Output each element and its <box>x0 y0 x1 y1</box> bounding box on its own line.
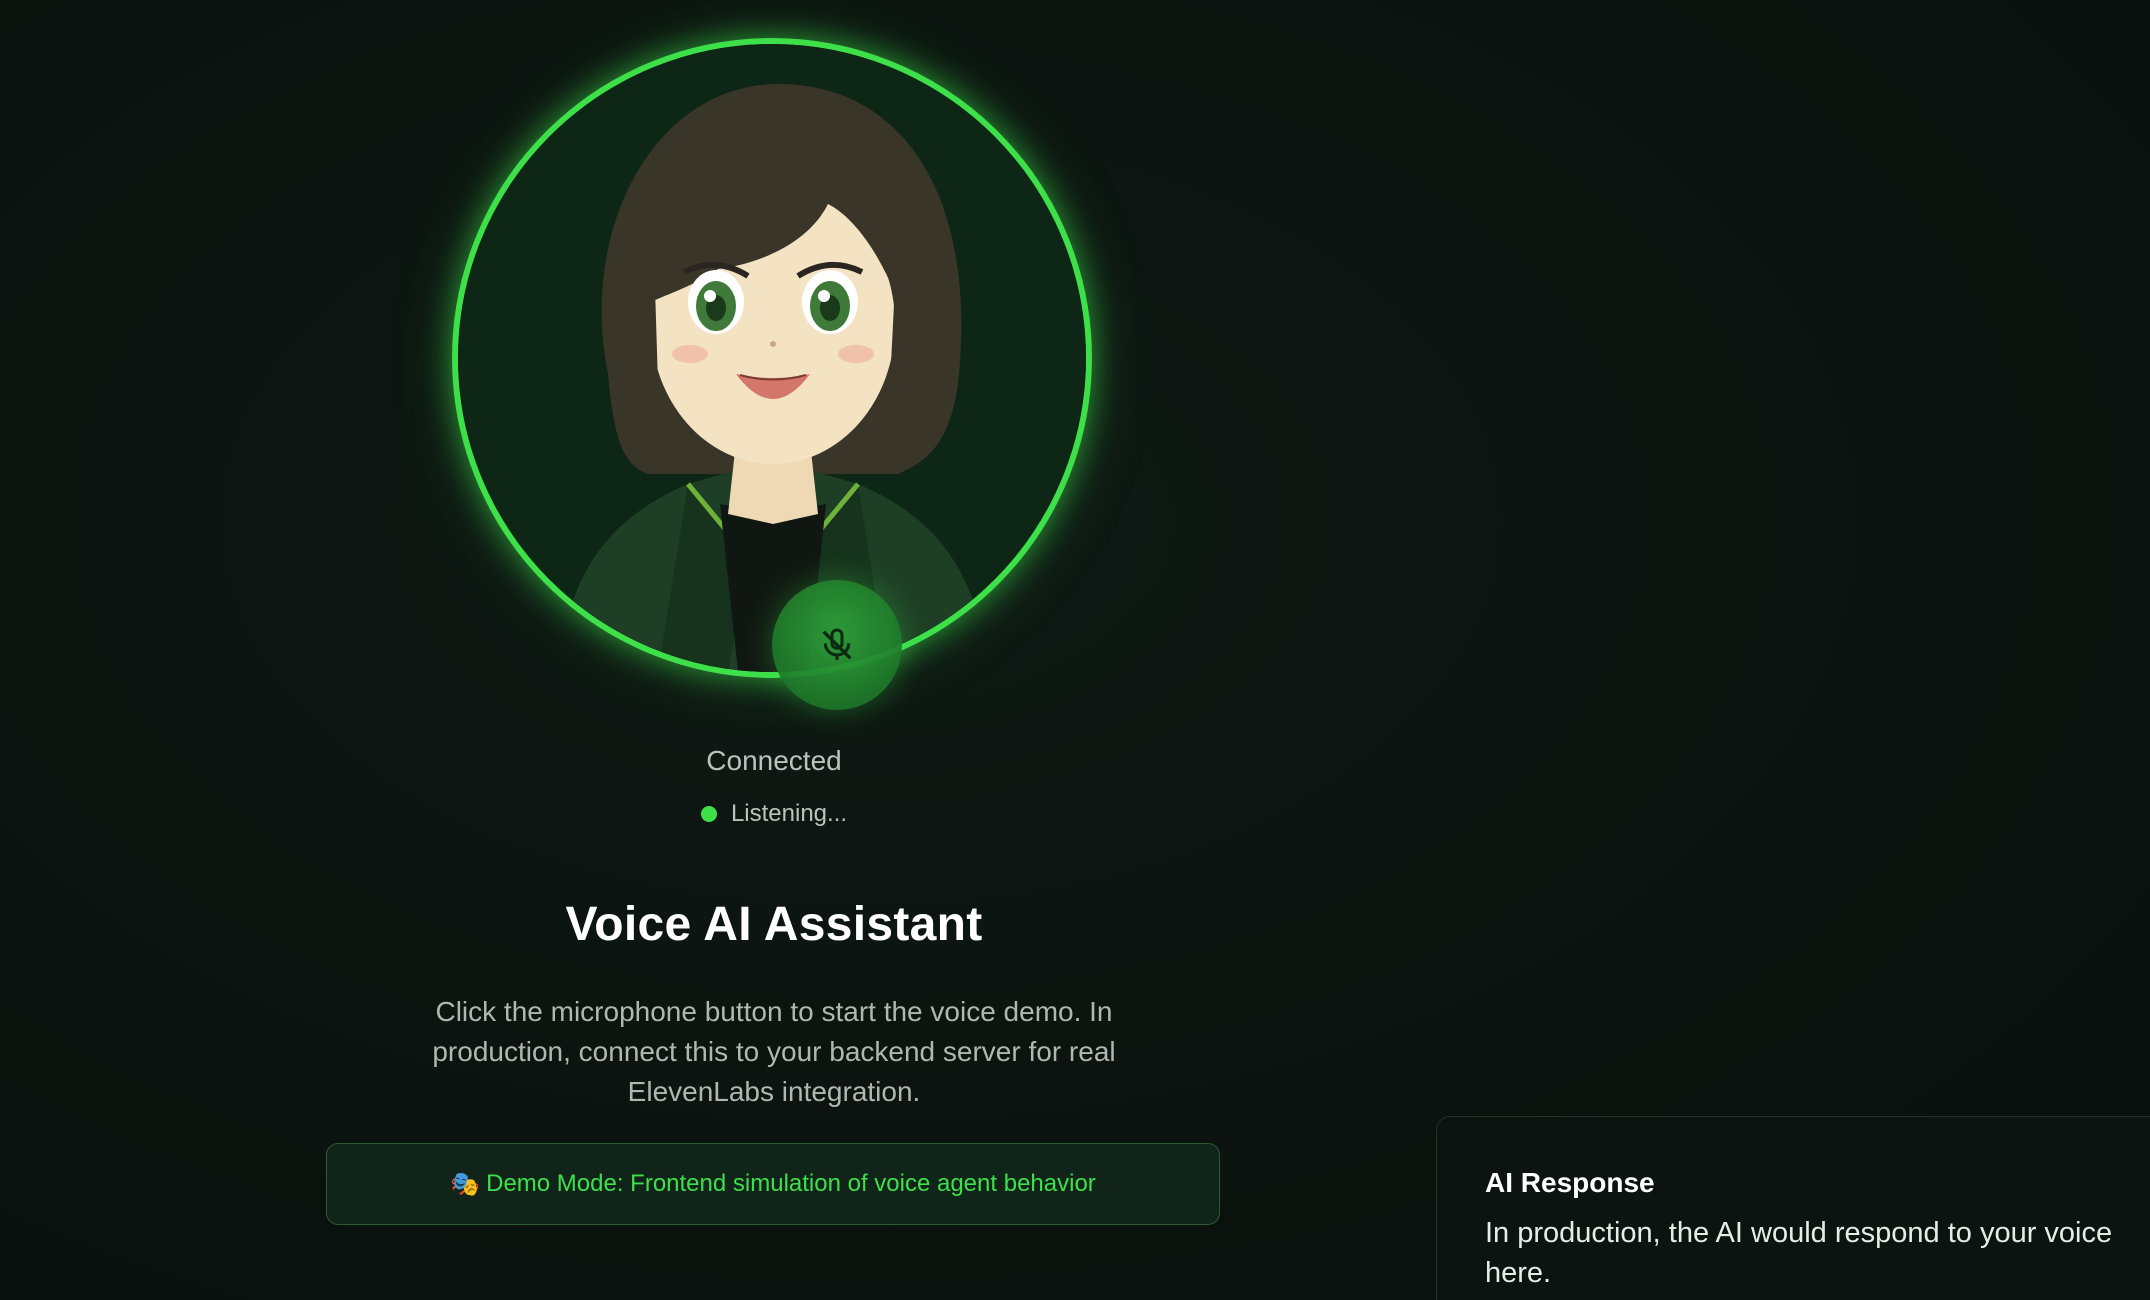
listening-indicator-dot <box>700 806 717 822</box>
avatar <box>452 38 1092 678</box>
listening-label: Listening... <box>730 800 848 827</box>
connection-status: Connected <box>706 745 842 776</box>
page-title: Voice AI Assistant <box>565 898 983 951</box>
demo-mode-text: Demo Mode: Frontend simulation of voice … <box>486 1170 1096 1197</box>
avatar-illustration <box>458 44 1086 672</box>
mic-off-icon <box>822 628 852 660</box>
page-description: Click the microphone button to start the… <box>432 996 1116 1107</box>
ai-response-card: AI Response In production, the AI would … <box>1436 1116 2150 1300</box>
ai-response-body: In production, the AI would respond to y… <box>1485 1217 2113 1289</box>
demo-mode-banner: 🎭 Demo Mode: Frontend simulation of voic… <box>326 1143 1220 1225</box>
avatar-container <box>452 38 1092 678</box>
ai-response-title: AI Response <box>1485 1167 1655 1198</box>
listening-status: Listening... <box>0 800 1548 828</box>
voice-assistant-page: Connected Listening... Voice AI Assistan… <box>0 0 2150 1300</box>
theater-masks-icon: 🎭 <box>450 1170 481 1198</box>
mic-toggle-button[interactable] <box>772 580 902 710</box>
